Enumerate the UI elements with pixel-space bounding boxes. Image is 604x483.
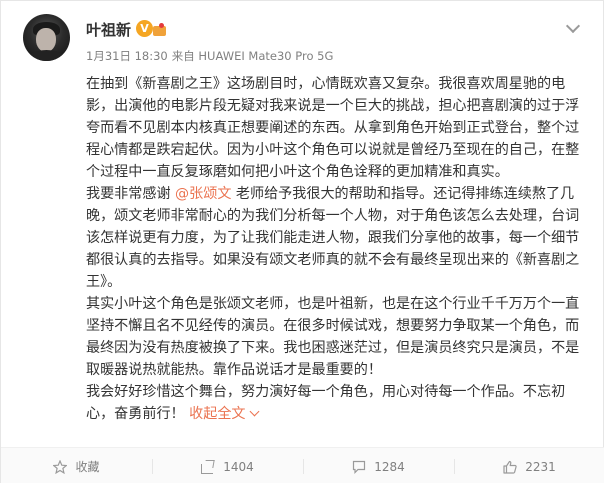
chevron-up-icon	[249, 406, 259, 417]
post-source: 来自 HUAWEI Mate30 Pro 5G	[171, 49, 334, 63]
avatar-body	[27, 50, 66, 61]
member-badge-icon[interactable]	[153, 23, 166, 36]
author-avatar[interactable]	[23, 14, 70, 61]
paragraph-4: 我会好好珍惜这个舞台，努力演好每一个角色，用心对待每一个作品。不忘初心，奋勇前行…	[86, 381, 591, 425]
paragraph-2-lead: 我要非常感谢	[86, 186, 176, 202]
share-button[interactable]: 1404	[152, 448, 303, 483]
member-badge-dot	[159, 23, 164, 28]
post-meta: 1月31日 18:30 来自 HUAWEI Mate30 Pro 5G	[86, 49, 333, 63]
favorite-label: 收藏	[75, 460, 100, 474]
collapse-label: 收起全文	[189, 406, 246, 422]
weibo-post-card: 叶祖新 V 1月31日 18:30 来自 HUAWEI Mate30 Pro 5G…	[0, 0, 604, 483]
comment-count: 1284	[374, 459, 405, 474]
verified-badge-icon[interactable]: V	[136, 20, 153, 37]
collapse-text-link[interactable]: 收起全文	[189, 406, 259, 422]
avatar-face	[36, 28, 56, 52]
share-count: 1404	[223, 459, 254, 474]
comment-icon	[353, 460, 366, 474]
post-time[interactable]: 1月31日 18:30	[86, 49, 168, 63]
paragraph-1: 在抽到《新喜剧之王》这场剧目时，心情既欢喜又复杂。我很喜欢周星驰的电影，出演他的…	[86, 76, 580, 180]
like-count: 2231	[525, 459, 556, 474]
thumbs-up-icon	[503, 460, 517, 474]
author-name[interactable]: 叶祖新	[86, 21, 131, 39]
comment-button[interactable]: 1284	[303, 448, 454, 483]
mention-link[interactable]: @张颂文	[175, 186, 231, 202]
paragraph-4-body: 我会好好珍惜这个舞台，努力演好每一个角色，用心对待每一个作品。不忘初心，奋勇前行…	[86, 384, 566, 422]
paragraph-3: 其实小叶这个角色是张颂文老师，也是叶祖新，也是在这个行业千千万万个一直坚持不懈且…	[86, 296, 580, 378]
like-button[interactable]: 2231	[454, 448, 604, 483]
more-options-chevron-icon[interactable]	[566, 19, 582, 33]
star-icon	[53, 459, 68, 474]
favorite-button[interactable]: 收藏	[1, 448, 152, 483]
share-icon	[201, 459, 215, 474]
post-content: 在抽到《新喜剧之王》这场剧目时，心情既欢喜又复杂。我很喜欢周星驰的电影，出演他的…	[86, 73, 591, 425]
paragraph-2: 我要非常感谢 @张颂文 老师给予我很大的帮助和指导。还记得排练连续熬了几晚，颂文…	[86, 183, 591, 293]
action-bar: 收藏 1404 1284 2231	[1, 447, 604, 483]
